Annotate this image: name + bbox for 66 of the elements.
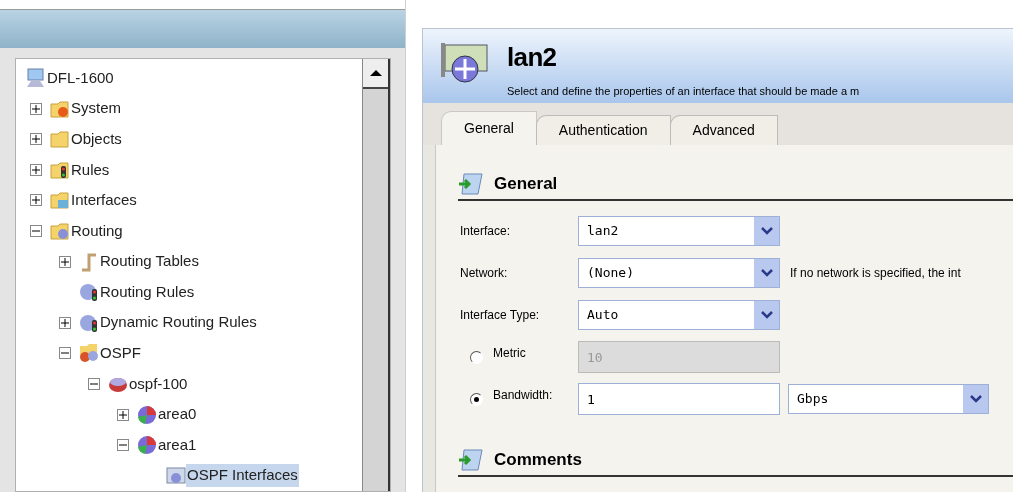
dropdown[interactable]: lan2 <box>578 216 780 246</box>
expand-icon[interactable] <box>59 255 71 268</box>
page-title: lan2 <box>507 41 558 73</box>
router-icon <box>79 312 99 333</box>
chevron-down-icon <box>760 227 773 235</box>
scrollbar[interactable] <box>362 58 390 491</box>
radio-button[interactable] <box>470 392 483 406</box>
folder-icon <box>50 220 70 241</box>
expand-icon[interactable] <box>59 316 71 329</box>
tree-item[interactable]: Routing <box>70 219 124 243</box>
dropdown[interactable]: (None) <box>578 258 780 288</box>
tab[interactable]: General <box>441 111 537 145</box>
field-label: Interface Type: <box>460 307 540 324</box>
folder-icon <box>50 190 70 211</box>
field-label: Interface: <box>460 223 511 240</box>
network-card-icon <box>439 41 491 85</box>
collapse-icon[interactable] <box>59 347 71 360</box>
folder-icon <box>50 129 70 150</box>
tree-item[interactable]: Routing Rules <box>99 280 196 304</box>
expand-icon[interactable] <box>117 408 129 421</box>
tree-item[interactable]: DFL-1600 <box>46 66 115 90</box>
tab[interactable]: Authentication <box>535 115 671 145</box>
expand-icon[interactable] <box>30 102 42 115</box>
field-label: Metric <box>493 345 526 362</box>
tree-item[interactable]: Rules <box>70 158 111 181</box>
tree-item[interactable]: System <box>70 97 122 120</box>
tree-item[interactable]: Routing Tables <box>99 250 200 273</box>
folder-icon <box>50 159 70 180</box>
tree-item[interactable]: Interfaces <box>70 189 138 212</box>
network-card-icon <box>166 465 186 486</box>
expand-icon[interactable] <box>30 163 42 176</box>
page-description: Select and define the properties of an interface that should be made a m <box>507 84 860 99</box>
pipe-icon <box>79 251 99 272</box>
field-label: Network: <box>460 265 508 282</box>
tree-item[interactable]: Dynamic Routing Rules <box>99 311 258 334</box>
field-label: Bandwidth: <box>493 387 553 404</box>
collapse-icon[interactable] <box>30 224 42 237</box>
collapse-icon[interactable] <box>117 439 129 452</box>
section-title: General <box>494 173 558 196</box>
tree-item[interactable]: OSPF Interfaces <box>186 464 299 487</box>
tree-item[interactable]: Objects <box>70 127 123 151</box>
expand-icon[interactable] <box>30 133 42 146</box>
globe-icon <box>137 404 157 425</box>
chevron-down-icon <box>760 269 773 277</box>
dropdown[interactable]: Gbps <box>788 384 989 414</box>
tree-item[interactable]: area1 <box>157 433 198 457</box>
scroll-up-icon[interactable] <box>363 58 388 89</box>
tree-item[interactable]: area0 <box>157 403 198 426</box>
computer-icon <box>26 68 46 88</box>
dropdown[interactable]: Auto <box>578 300 780 330</box>
folder-icon <box>79 343 99 364</box>
hint-text: If no network is specified, the int <box>790 265 961 282</box>
tree-item[interactable]: ospf-100 <box>128 372 189 396</box>
section-arrow-icon <box>458 448 484 472</box>
expand-icon[interactable] <box>30 194 42 207</box>
tab[interactable]: Advanced <box>669 115 778 145</box>
folder-icon <box>50 98 70 119</box>
section-title: Comments <box>494 449 582 472</box>
tree-item[interactable]: OSPF <box>99 342 142 365</box>
chevron-down-icon <box>760 311 773 319</box>
chevron-down-icon <box>969 395 982 403</box>
globe-icon <box>137 435 157 456</box>
collapse-icon[interactable] <box>88 377 100 390</box>
router-icon <box>79 282 99 303</box>
input-field[interactable]: 1 <box>578 383 780 415</box>
section-arrow-icon <box>458 172 484 196</box>
